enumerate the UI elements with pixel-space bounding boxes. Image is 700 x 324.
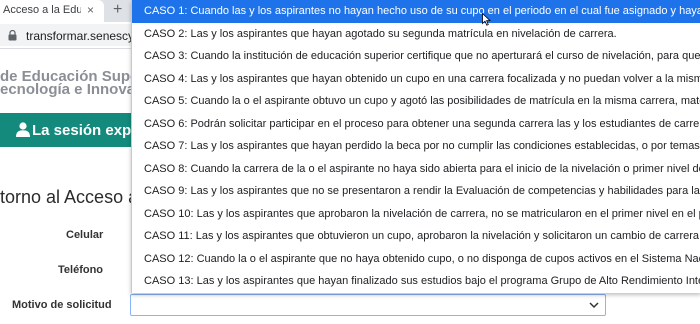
option-caso-13[interactable]: CASO 13: Las y los aspirantes que hayan …: [132, 270, 700, 293]
url-field[interactable]: transformar.senescyt.go: [0, 24, 154, 46]
motivo-options-list[interactable]: CASO 1: Cuando las y los aspirantes no h…: [131, 0, 700, 293]
option-caso-3[interactable]: CASO 3: Cuando la institución de educaci…: [132, 45, 700, 68]
option-caso-8[interactable]: CASO 8: Cuando la carrera de la o el asp…: [132, 158, 700, 181]
browser-tab[interactable]: Acceso a la Educación ×: [0, 0, 104, 22]
motivo-solicitud-label: Motivo de solicitud: [12, 299, 112, 311]
option-caso-1[interactable]: CASO 1: Cuando las y los aspirantes no h…: [132, 0, 700, 23]
option-caso-9[interactable]: CASO 9: Las y los aspirantes que no se p…: [132, 180, 700, 203]
option-caso-6[interactable]: CASO 6: Podrán solicitar participar en e…: [132, 113, 700, 136]
new-tab-button[interactable]: +: [113, 1, 122, 19]
session-expiry-banner: La sesión expira c: [0, 113, 162, 147]
option-caso-11[interactable]: CASO 11: Las y los aspirantes que obtuvi…: [132, 225, 700, 248]
user-icon: [16, 122, 30, 137]
celular-label: Celular: [66, 229, 104, 241]
option-caso-10[interactable]: CASO 10: Las y los aspirantes que aproba…: [132, 203, 700, 226]
option-caso-5[interactable]: CASO 5: Cuando la o el aspirante obtuvo …: [132, 90, 700, 113]
chevron-down-icon: [589, 302, 599, 309]
motivo-solicitud-select[interactable]: [130, 294, 606, 316]
option-caso-4[interactable]: CASO 4: Las y los aspirantes que hayan o…: [132, 68, 700, 91]
option-caso-12[interactable]: CASO 12: Cuando la o el aspirante que no…: [132, 248, 700, 271]
telefono-label: Teléfono: [58, 264, 104, 276]
close-tab-icon[interactable]: ×: [87, 3, 94, 17]
mouse-cursor-icon: [482, 13, 491, 26]
tab-title: Acceso a la Educación: [3, 4, 81, 16]
option-caso-7[interactable]: CASO 7: Las y los aspirantes que hayan p…: [132, 135, 700, 158]
lock-icon: [8, 30, 17, 41]
option-caso-2[interactable]: CASO 2: Las y los aspirantes que hayan a…: [132, 23, 700, 46]
